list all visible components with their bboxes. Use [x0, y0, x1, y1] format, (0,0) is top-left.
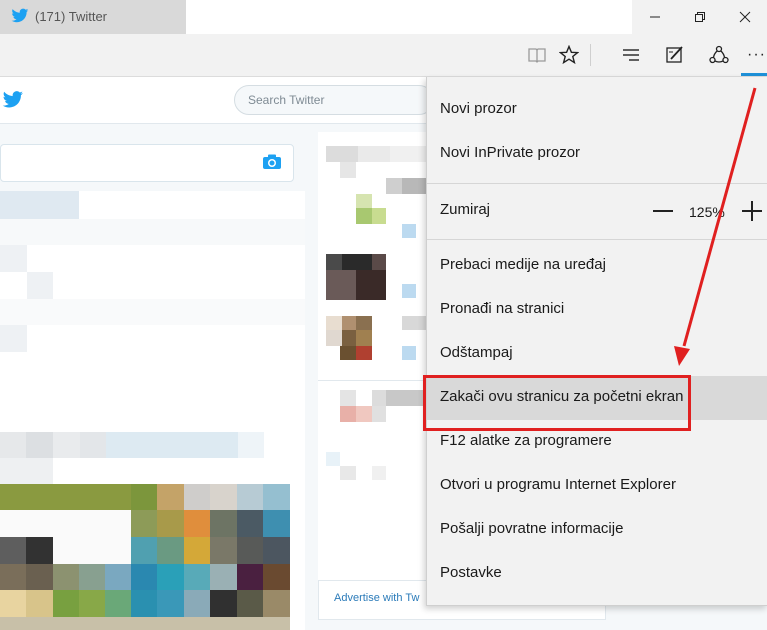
twitter-sidebar [318, 132, 428, 620]
more-button-active-indicator [741, 73, 767, 76]
menu-item-cast-media[interactable]: Prebaci medije na uređaj [427, 244, 767, 288]
more-icon: ··· [747, 46, 766, 63]
menu-item-label: Postavke [440, 564, 502, 581]
tab-strip-empty [186, 0, 632, 34]
browser-tab[interactable]: (171) Twitter [0, 0, 186, 34]
more-button[interactable]: ··· [744, 42, 767, 68]
zoom-out-icon[interactable] [653, 210, 673, 212]
menu-item-label: Pošalji povratne informacije [440, 520, 624, 537]
restore-icon [695, 12, 705, 22]
menu-item-send-feedback[interactable]: Pošalji povratne informacije [427, 508, 767, 552]
menu-separator [427, 239, 767, 240]
menu-item-label: Pronađi na stranici [440, 300, 565, 317]
close-icon [739, 11, 751, 23]
minimize-button[interactable] [632, 0, 677, 34]
reading-view-icon [528, 48, 546, 63]
web-note-button[interactable] [660, 40, 690, 70]
browser-toolbar [0, 34, 767, 77]
hub-button[interactable] [616, 40, 646, 70]
camera-icon[interactable] [262, 153, 282, 171]
menu-item-new-inprivate-window[interactable]: Novi InPrivate prozor [427, 132, 767, 176]
menu-item-label: Zumiraj [440, 201, 491, 218]
menu-item-label: Otvori u programu Internet Explorer [440, 476, 676, 493]
twitter-timeline [0, 191, 305, 630]
web-note-icon [666, 46, 683, 63]
close-button[interactable] [722, 0, 767, 34]
sidebar-divider [318, 380, 428, 381]
menu-item-label: Novi InPrivate prozor [440, 144, 581, 161]
annotation-highlight-box [423, 375, 691, 431]
toolbar-divider [590, 44, 591, 66]
menu-item-label: Prebaci medije na uređaj [440, 256, 606, 273]
twitter-bird-icon [11, 8, 29, 23]
share-icon [709, 45, 729, 64]
twitter-logo-icon[interactable] [2, 91, 24, 109]
advertise-link[interactable]: Advertise with Tw [334, 592, 419, 604]
more-actions-menu: Novi prozor Novi InPrivate prozor Zumira… [426, 77, 767, 606]
hub-icon [623, 49, 639, 61]
menu-item-label: F12 alatke za programere [440, 432, 612, 449]
tweet-compose-box[interactable] [0, 144, 294, 182]
share-button[interactable] [704, 40, 734, 70]
menu-item-label: Odštampaj [440, 344, 513, 361]
menu-item-new-window[interactable]: Novi prozor [427, 88, 767, 132]
menu-item-print[interactable]: Odštampaj [427, 332, 767, 376]
search-placeholder: Search Twitter [248, 93, 325, 107]
menu-item-open-with-internet-explorer[interactable]: Otvori u programu Internet Explorer [427, 464, 767, 508]
minimize-icon [650, 16, 660, 18]
restore-button[interactable] [677, 0, 722, 34]
favorite-star-icon [559, 45, 579, 65]
zoom-in-icon-vertical[interactable] [751, 201, 753, 221]
favorite-button[interactable] [554, 40, 584, 70]
tab-title: (171) Twitter [35, 9, 108, 24]
menu-item-label: Novi prozor [440, 100, 517, 117]
menu-separator [427, 183, 767, 184]
menu-item-settings[interactable]: Postavke [427, 552, 767, 596]
menu-item-find-on-page[interactable]: Pronađi na stranici [427, 288, 767, 332]
twitter-search-input[interactable]: Search Twitter [234, 85, 434, 115]
zoom-level: 125% [689, 204, 725, 220]
reading-view-button[interactable] [522, 40, 552, 70]
